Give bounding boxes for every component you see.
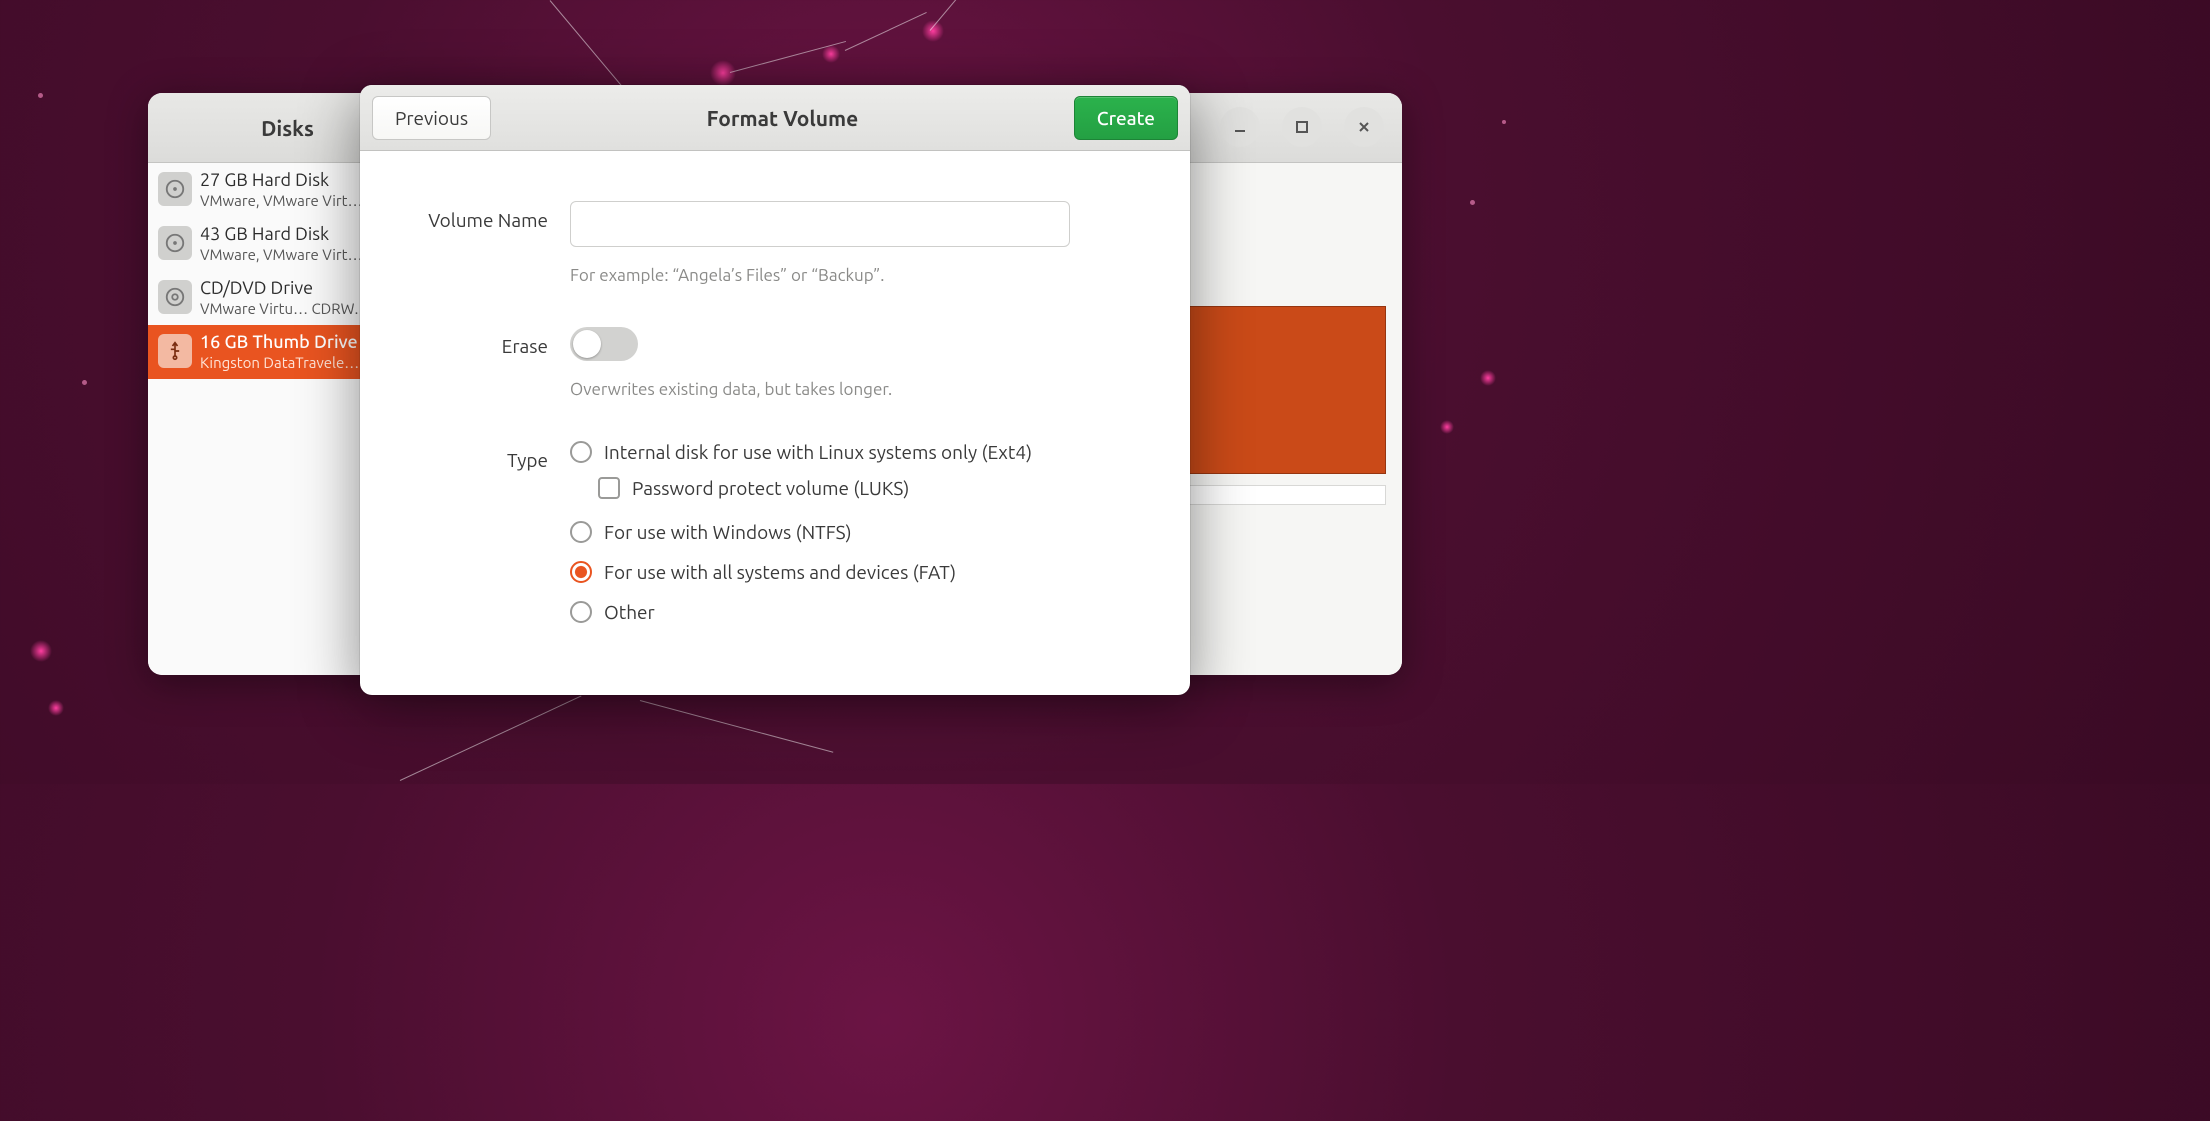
disk-title: 27 GB Hard Disk <box>200 169 363 192</box>
type-radio-fat[interactable]: For use with all systems and devices (FA… <box>570 561 1070 583</box>
window-close-button[interactable] <box>1344 107 1384 147</box>
type-radio-other[interactable]: Other <box>570 601 1070 623</box>
disk-subtitle: VMware Virtu… CDRW… <box>200 300 369 319</box>
format-volume-dialog: Previous Format Volume Create Volume Nam… <box>360 85 1190 695</box>
hdd-icon <box>158 172 192 206</box>
radio-label: Other <box>604 601 655 623</box>
radio-label: For use with all systems and devices (FA… <box>604 561 956 583</box>
window-maximize-button[interactable] <box>1282 107 1322 147</box>
hdd-icon <box>158 226 192 260</box>
dialog-title: Format Volume <box>707 106 859 130</box>
radio-icon <box>570 521 592 543</box>
checkbox-icon <box>598 477 620 499</box>
disk-subtitle: VMware, VMware Virt… <box>200 192 363 211</box>
checkbox-label: Password protect volume (LUKS) <box>632 477 909 499</box>
erase-hint: Overwrites existing data, but takes long… <box>570 379 1070 401</box>
radio-label: Internal disk for use with Linux systems… <box>604 441 1032 463</box>
erase-switch[interactable] <box>570 327 638 361</box>
radio-icon <box>570 441 592 463</box>
usb-icon <box>158 334 192 368</box>
dialog-header: Previous Format Volume Create <box>360 85 1190 151</box>
volume-name-hint: For example: “Angela’s Files” or “Backup… <box>570 265 1070 287</box>
window-minimize-button[interactable] <box>1220 107 1260 147</box>
type-label: Type <box>420 441 570 471</box>
disk-subtitle: Kingston DataTravele… <box>200 354 359 373</box>
luks-checkbox[interactable]: Password protect volume (LUKS) <box>598 477 1070 499</box>
erase-label: Erase <box>420 327 570 357</box>
volume-name-label: Volume Name <box>420 201 570 231</box>
disk-title: CD/DVD Drive <box>200 277 369 300</box>
previous-button[interactable]: Previous <box>372 96 491 140</box>
disk-title: 16 GB Thumb Drive <box>200 331 359 354</box>
radio-icon <box>570 561 592 583</box>
create-button[interactable]: Create <box>1074 96 1178 140</box>
type-radio-ext4[interactable]: Internal disk for use with Linux systems… <box>570 441 1070 463</box>
radio-icon <box>570 601 592 623</box>
radio-label: For use with Windows (NTFS) <box>604 521 852 543</box>
optical-disc-icon <box>158 280 192 314</box>
disk-subtitle: VMware, VMware Virt… <box>200 246 363 265</box>
disk-title: 43 GB Hard Disk <box>200 223 363 246</box>
type-radio-ntfs[interactable]: For use with Windows (NTFS) <box>570 521 1070 543</box>
volume-name-input[interactable] <box>570 201 1070 247</box>
